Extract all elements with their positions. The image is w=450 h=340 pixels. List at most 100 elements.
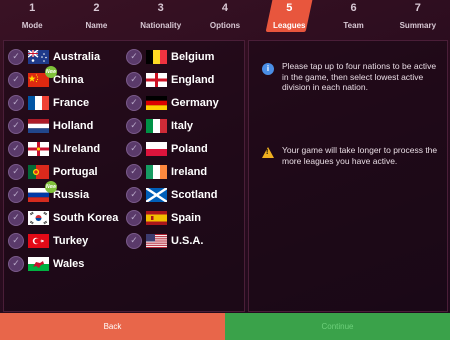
nation-row-scotland[interactable]: ✓ Scotland <box>126 183 219 206</box>
continue-button[interactable]: Continue <box>225 313 450 340</box>
back-label: Back <box>103 322 122 331</box>
nation-row-spain[interactable]: ✓ Spain <box>126 206 219 229</box>
nation-row-northern-ireland[interactable]: ✓ N.Ireland <box>8 137 118 160</box>
check-icon[interactable]: ✓ <box>126 48 142 65</box>
new-badge: New <box>45 66 57 78</box>
nation-row-holland[interactable]: ✓ Holland <box>8 114 118 137</box>
nation-row-ireland[interactable]: ✓ Ireland <box>126 160 219 183</box>
australia-flag-icon <box>28 49 49 64</box>
continue-label: Continue <box>321 322 354 331</box>
step-number: 7 <box>414 2 421 14</box>
check-icon[interactable]: ✓ <box>8 163 24 180</box>
belgium-flag-icon <box>146 49 167 64</box>
nation-name: Portugal <box>53 165 98 178</box>
check-icon[interactable]: ✓ <box>8 232 24 249</box>
step-label: Nationality <box>140 21 182 30</box>
step-options[interactable]: 4 Options <box>193 0 257 32</box>
nation-name: Italy <box>171 119 194 132</box>
ireland-flag-icon <box>146 164 167 179</box>
step-number: 5 <box>286 2 293 14</box>
check-icon[interactable]: ✓ <box>8 140 24 157</box>
nation-name: U.S.A. <box>171 234 204 247</box>
tip-text: Please tap up to four nations to be acti… <box>282 61 437 92</box>
check-icon[interactable]: ✓ <box>126 163 142 180</box>
step-mode[interactable]: 1 Mode <box>0 0 64 32</box>
nation-row-belgium[interactable]: ✓ Belgium <box>126 45 219 68</box>
check-icon[interactable]: ✓ <box>8 117 24 134</box>
nation-row-south-korea[interactable]: ✓ South Korea <box>8 206 118 229</box>
nation-name: China <box>53 73 84 86</box>
nation-name: England <box>171 73 215 86</box>
nation-row-england[interactable]: ✓ England <box>126 68 219 91</box>
step-nationality[interactable]: 3 Nationality <box>129 0 193 32</box>
info-panel: i Please tap up to four nations to be ac… <box>248 40 448 312</box>
check-icon[interactable]: ✓ <box>126 232 142 249</box>
nation-row-turkey[interactable]: ✓ Turkey <box>8 229 118 252</box>
germany-flag-icon <box>146 95 167 110</box>
nation-row-germany[interactable]: ✓ Germany <box>126 91 219 114</box>
nation-name: Belgium <box>171 50 215 63</box>
check-icon[interactable]: ✓ <box>126 209 142 226</box>
step-label: Leagues <box>273 21 306 30</box>
step-team[interactable]: 6 Team <box>321 0 385 32</box>
check-icon[interactable]: ✓ <box>8 186 24 203</box>
nation-name: Russia <box>53 188 90 201</box>
check-icon[interactable]: ✓ <box>8 209 24 226</box>
south-korea-flag-icon <box>28 210 49 225</box>
nation-name: Scotland <box>171 188 218 201</box>
poland-flag-icon <box>146 141 167 156</box>
nation-name: Wales <box>53 257 85 270</box>
portugal-flag-icon <box>28 164 49 179</box>
nation-row-australia[interactable]: ✓ Australia <box>8 45 118 68</box>
check-icon[interactable]: ✓ <box>126 94 142 111</box>
check-icon[interactable]: ✓ <box>126 71 142 88</box>
nation-column-right: ✓ Belgium ✓ England ✓ Germany ✓ Italy ✓ … <box>126 45 219 252</box>
nation-column-left: ✓ Australia ✓ China New ✓ France ✓ Holla… <box>8 45 118 275</box>
check-icon[interactable]: ✓ <box>126 117 142 134</box>
nation-row-italy[interactable]: ✓ Italy <box>126 114 219 137</box>
check-icon[interactable]: ✓ <box>8 48 24 65</box>
check-icon[interactable]: ✓ <box>126 140 142 157</box>
scotland-flag-icon <box>146 187 167 202</box>
nation-row-france[interactable]: ✓ France <box>8 91 118 114</box>
step-number: 1 <box>29 2 36 14</box>
england-flag-icon <box>146 72 167 87</box>
spain-flag-icon <box>146 210 167 225</box>
step-number: 4 <box>221 2 229 14</box>
nation-name: Germany <box>171 96 219 109</box>
step-leagues[interactable]: 5 Leagues <box>257 0 321 32</box>
nation-row-wales[interactable]: ✓ Wales <box>8 252 118 275</box>
nation-row-usa[interactable]: ✓ U.S.A. <box>126 229 219 252</box>
step-label: Name <box>85 21 108 30</box>
nation-name: Australia <box>53 50 101 63</box>
nation-row-russia[interactable]: ✓ Russia New <box>8 181 118 206</box>
tip-message: i Please tap up to four nations to be ac… <box>262 61 442 93</box>
warning-message: ! Your game will take longer to process … <box>262 145 442 166</box>
step-bar: 1 Mode 2 Name 3 Nationality 4 Options 5 Leagu… <box>0 0 450 32</box>
check-icon[interactable]: ✓ <box>8 94 24 111</box>
nation-name: Holland <box>53 119 94 132</box>
nation-name: N.Ireland <box>53 142 101 155</box>
nation-name: Poland <box>171 142 208 155</box>
step-summary[interactable]: 7 Summary <box>386 0 450 32</box>
netherlands-flag-icon <box>28 118 49 133</box>
nation-row-poland[interactable]: ✓ Poland <box>126 137 219 160</box>
step-name[interactable]: 2 Name <box>64 0 128 32</box>
warning-icon: ! <box>262 147 274 159</box>
nation-name: Ireland <box>171 165 208 178</box>
step-number: 6 <box>350 2 357 14</box>
check-icon[interactable]: ✓ <box>126 186 142 203</box>
nation-name: South Korea <box>53 211 119 224</box>
usa-flag-icon <box>146 233 167 248</box>
step-label: Team <box>343 21 364 30</box>
warning-text: Your game will take longer to process th… <box>282 145 438 166</box>
new-badge: New <box>45 181 57 193</box>
nation-name: Turkey <box>53 234 89 247</box>
nation-row-portugal[interactable]: ✓ Portugal <box>8 160 118 183</box>
nation-row-china[interactable]: ✓ China New <box>8 66 118 91</box>
back-button[interactable]: Back <box>0 313 225 340</box>
check-icon[interactable]: ✓ <box>8 71 24 88</box>
step-label: Options <box>209 21 241 30</box>
nation-name: Spain <box>171 211 201 224</box>
check-icon[interactable]: ✓ <box>8 255 24 272</box>
